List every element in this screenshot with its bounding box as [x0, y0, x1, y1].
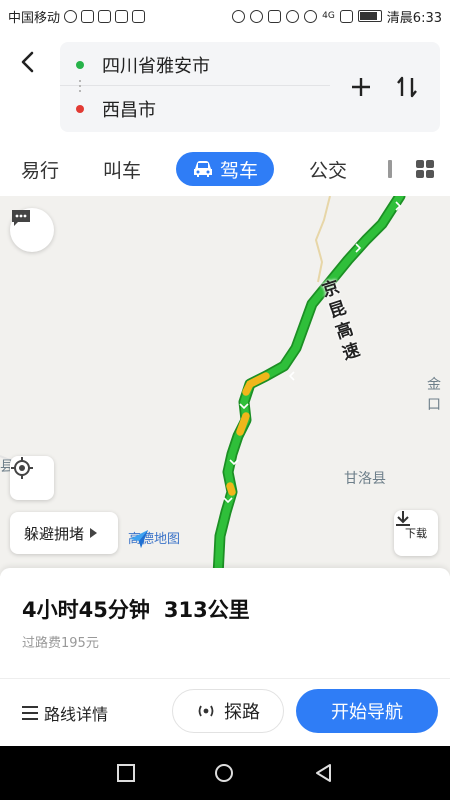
list-icon	[22, 706, 38, 720]
offline-download-button[interactable]: 下载	[394, 510, 438, 556]
more-tabs-grid-icon[interactable]	[416, 160, 434, 178]
carrier-label: 中国移动	[8, 10, 61, 26]
direction-chevrons	[223, 201, 402, 504]
start-navigation-button[interactable]: 开始导航	[296, 689, 438, 733]
home-button[interactable]	[214, 763, 234, 783]
tab-bus[interactable]: 公交	[298, 152, 358, 186]
route-toll: 过路费195元	[22, 636, 99, 651]
vibrate-icon	[232, 9, 246, 23]
slow-segment	[226, 482, 236, 496]
tab-taxi[interactable]: 叫车	[92, 152, 152, 186]
play-arrow-icon	[90, 528, 98, 538]
chat-icon	[12, 210, 30, 226]
back-button[interactable]	[12, 46, 42, 78]
bluetooth-icon	[268, 9, 282, 23]
place-label-jinkou: 金口	[427, 377, 441, 413]
square-icon	[117, 764, 135, 782]
network-type: 4G	[322, 11, 335, 21]
location-icon	[250, 9, 264, 23]
recent-apps-button[interactable]	[116, 763, 136, 783]
circle-icon	[215, 764, 233, 782]
wifi-icon	[304, 9, 318, 23]
origin-field[interactable]: 四川省雅安市	[60, 44, 330, 86]
route-header: 四川省雅安市 西昌市	[0, 32, 450, 142]
route-input-box: 四川省雅安市 西昌市	[60, 42, 440, 132]
locate-button[interactable]	[10, 456, 54, 500]
download-icon	[396, 511, 410, 526]
route-duration: 4小时45分钟	[22, 598, 150, 622]
route-summary: 4小时45分钟 313公里	[22, 594, 250, 624]
place-label-ganluo: 甘洛县	[344, 471, 386, 487]
feedback-button[interactable]	[10, 208, 54, 252]
app-notification-icon	[81, 9, 95, 23]
battery-icon	[357, 10, 382, 22]
tab-drive-label: 驾车	[219, 159, 258, 182]
destination-field[interactable]: 西昌市	[60, 88, 330, 130]
destination-dot-icon	[76, 105, 84, 113]
plus-icon	[352, 78, 370, 96]
destination-text: 西昌市	[102, 100, 156, 121]
status-bar: 中国移动 4G 清晨6:33	[0, 0, 450, 32]
transport-tabs: 易行 叫车 驾车 公交	[0, 142, 450, 196]
amap-logo: 高德地图	[128, 528, 180, 548]
crosshair-icon	[11, 457, 33, 479]
avoid-congestion-button[interactable]: 躲避拥堵	[10, 512, 118, 554]
route-details-label: 路线详情	[44, 705, 109, 724]
tab-easy-travel[interactable]: 易行	[10, 152, 70, 186]
back-nav-button[interactable]	[314, 763, 334, 783]
action-bar: 路线详情 探路 开始导航	[0, 678, 450, 746]
triangle-back-icon	[316, 764, 331, 782]
route-summary-card[interactable]: 4小时45分钟 313公里 过路费195元	[0, 568, 450, 678]
alarm-icon	[286, 9, 300, 23]
tab-drive[interactable]: 驾车	[176, 152, 274, 186]
map-view[interactable]: 京 昆 高 速 金口 甘洛县 县 躲避拥堵 高德地图 下载	[0, 196, 450, 576]
cloud-icon	[98, 9, 112, 23]
system-nav-bar	[0, 746, 450, 800]
swap-route-button[interactable]	[392, 72, 422, 102]
secondary-road	[314, 196, 331, 283]
signal-icon	[339, 9, 353, 23]
swap-icon	[397, 76, 417, 98]
tab-overflow-hint	[388, 160, 392, 178]
amap-logo-icon	[130, 530, 148, 548]
route-distance: 313公里	[163, 598, 250, 622]
back-arrow-icon	[21, 51, 34, 73]
more-notification-icon	[132, 9, 146, 23]
clock: 清晨6:33	[386, 10, 442, 26]
add-waypoint-button[interactable]	[346, 72, 376, 102]
health-icon	[64, 9, 78, 23]
message-icon	[115, 9, 129, 23]
explore-route-label: 探路	[224, 702, 260, 723]
route-details-button[interactable]: 路线详情	[22, 701, 108, 725]
radar-icon	[198, 705, 214, 717]
origin-dot-icon	[76, 60, 84, 69]
explore-route-button[interactable]: 探路	[172, 689, 284, 733]
car-icon	[193, 161, 212, 177]
avoid-congestion-label: 躲避拥堵	[24, 524, 85, 543]
origin-text: 四川省雅安市	[102, 55, 210, 77]
